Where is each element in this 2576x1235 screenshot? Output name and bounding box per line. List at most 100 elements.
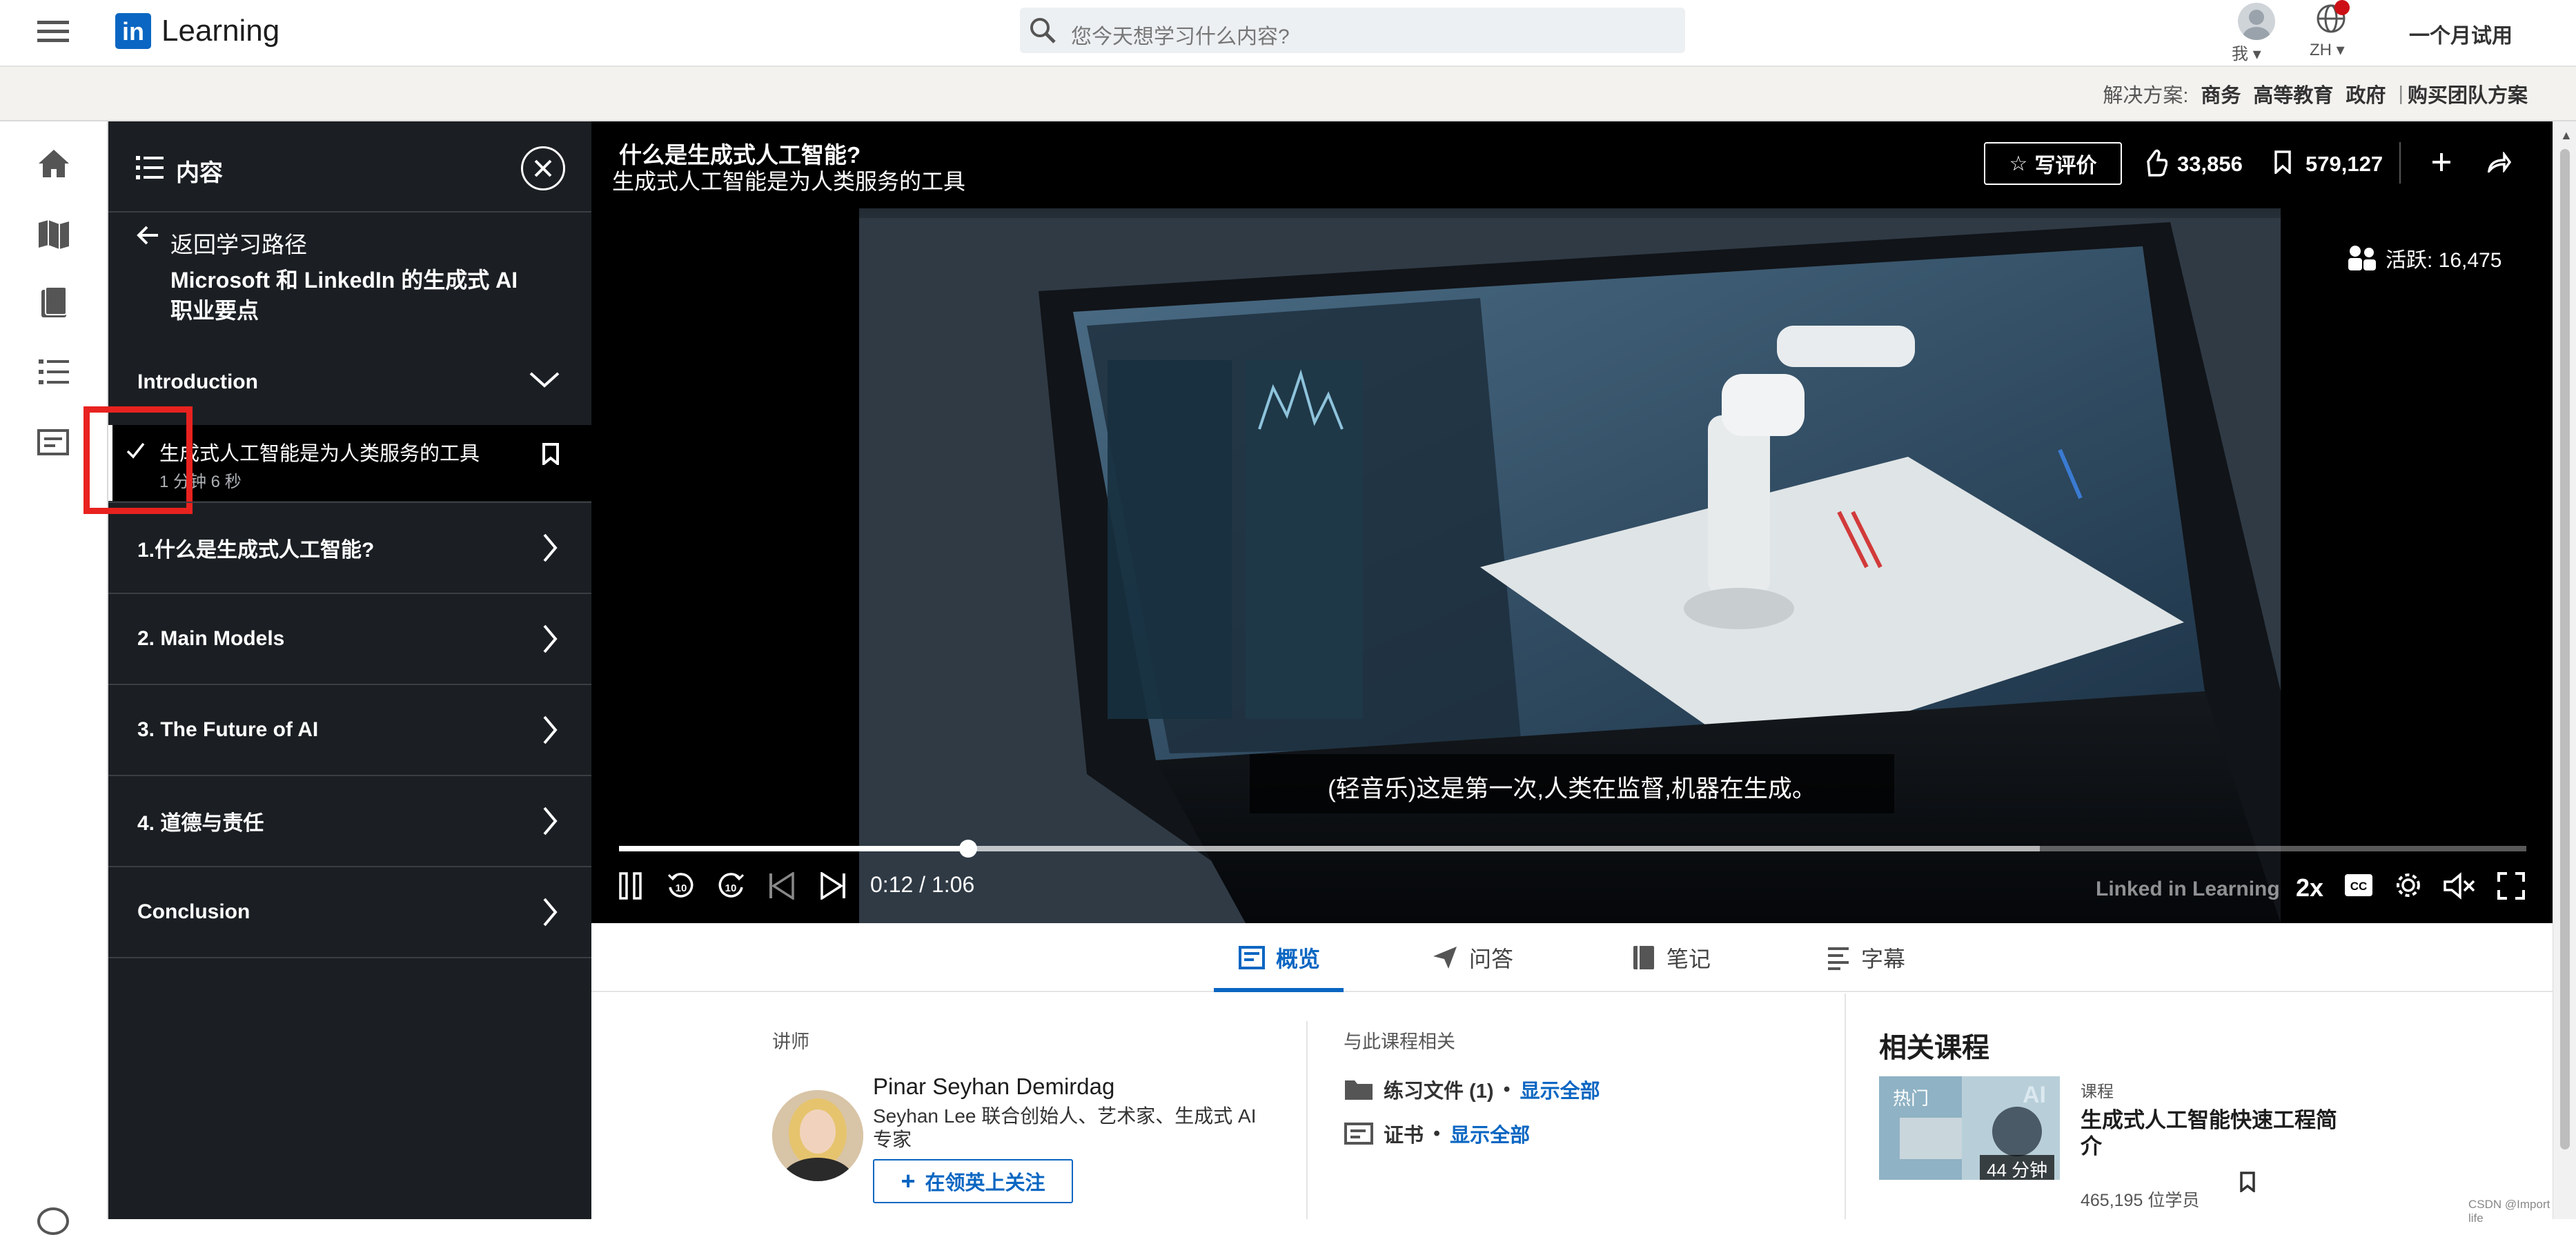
instructor-name[interactable]: Pinar Seyhan Demirdag bbox=[873, 1074, 1114, 1100]
related-course-title-line1[interactable]: 生成式人工智能快速工程简 bbox=[2081, 1103, 2337, 1134]
fullscreen-button[interactable] bbox=[2497, 872, 2525, 900]
divider bbox=[2399, 142, 2401, 184]
progress-bar[interactable] bbox=[619, 840, 2526, 858]
add-icon[interactable] bbox=[2431, 152, 2452, 172]
help-icon[interactable] bbox=[37, 1207, 69, 1235]
overview-icon bbox=[1239, 946, 1265, 969]
chevron-down-icon bbox=[528, 369, 561, 390]
home-icon[interactable] bbox=[37, 148, 70, 179]
svg-text:10: 10 bbox=[676, 882, 687, 894]
tab-qa[interactable]: 问答 bbox=[1432, 923, 1513, 992]
path-title-line1: Microsoft 和 LinkedIn 的生成式 AI bbox=[170, 268, 518, 293]
section-title: Introduction bbox=[137, 370, 258, 393]
mute-button[interactable] bbox=[2444, 872, 2475, 900]
follow-on-linkedin-button[interactable]: + 在领英上关注 bbox=[873, 1159, 1073, 1203]
video-player[interactable]: 什么是生成式人工智能? 生成式人工智能是为人类服务的工具 ☆ 写评价 33,85… bbox=[591, 121, 2553, 923]
bookmark-icon[interactable] bbox=[2274, 150, 2292, 174]
trial-link[interactable]: 一个月试用 bbox=[2409, 19, 2513, 49]
write-review-button[interactable]: ☆ 写评价 bbox=[1984, 142, 2122, 185]
page-scrollbar[interactable]: ▲ bbox=[2553, 121, 2576, 1219]
map-icon[interactable] bbox=[37, 219, 70, 249]
language-menu[interactable]: ZH ▾ bbox=[2310, 40, 2345, 60]
caret-down-icon: ▾ bbox=[2252, 45, 2261, 63]
back-to-path-link[interactable]: 返回学习路径 bbox=[170, 226, 307, 259]
chapter-2[interactable]: 2. Main Models bbox=[108, 594, 591, 684]
star-icon: ☆ bbox=[2009, 152, 2028, 175]
chapter-1[interactable]: 1.什么是生成式人工智能? bbox=[108, 503, 591, 593]
chapter-label: 3. The Future of AI bbox=[137, 718, 319, 741]
section-introduction[interactable]: Introduction bbox=[108, 353, 591, 415]
solution-government[interactable]: 政府 bbox=[2346, 79, 2386, 108]
time-display: 0:12 / 1:06 bbox=[870, 872, 975, 897]
svg-text:10: 10 bbox=[725, 882, 737, 894]
previous-button[interactable] bbox=[768, 872, 796, 900]
close-contents-button[interactable] bbox=[521, 146, 565, 190]
exercise-files-row: 练习文件 (1) • 显示全部 bbox=[1344, 1075, 1600, 1104]
footer-credit: CSDN @Import life bbox=[2468, 1198, 2550, 1225]
chevron-right-icon bbox=[542, 714, 558, 746]
instructor-desc-line1: Seyhan Lee 联合创始人、艺术家、生成式 AI bbox=[873, 1105, 1257, 1127]
related-course-thumbnail[interactable]: 热门 AI 44 分钟 bbox=[1879, 1076, 2060, 1180]
list-icon[interactable] bbox=[39, 357, 69, 386]
active-count: 活跃: 16,475 bbox=[2386, 249, 2502, 272]
caret-down-icon: ▾ bbox=[2336, 41, 2345, 59]
saves-count: 579,127 bbox=[2305, 152, 2383, 176]
skip-previous-icon bbox=[769, 872, 794, 900]
notebook-icon bbox=[1633, 946, 1654, 969]
like-icon[interactable] bbox=[2144, 149, 2167, 177]
current-item-title: 生成式人工智能是为人类服务的工具 bbox=[159, 443, 480, 465]
scroll-up-arrow-icon[interactable]: ▲ bbox=[2560, 128, 2573, 143]
solution-business[interactable]: 商务 bbox=[2201, 79, 2241, 108]
notification-badge bbox=[2334, 0, 2350, 15]
certificate-icon[interactable] bbox=[37, 429, 69, 457]
divider bbox=[1845, 994, 1846, 1219]
search-input[interactable]: 您今天想学习什么内容? bbox=[1071, 19, 1290, 50]
svg-text:CC: CC bbox=[2350, 880, 2368, 893]
send-icon bbox=[1433, 947, 1457, 969]
bullet: • bbox=[1503, 1078, 1511, 1100]
bookmark-icon[interactable] bbox=[542, 443, 560, 465]
buy-team-plan-link[interactable]: 购买团队方案 bbox=[2408, 79, 2528, 108]
transcript-icon bbox=[1828, 947, 1849, 970]
chapter-3[interactable]: 3. The Future of AI bbox=[108, 685, 591, 775]
rewind-10-button[interactable]: 10 bbox=[666, 871, 696, 901]
pause-button[interactable] bbox=[619, 872, 642, 900]
close-icon bbox=[534, 159, 552, 177]
forward-10-button[interactable]: 10 bbox=[716, 871, 746, 901]
captions-button[interactable]: CC bbox=[2344, 873, 2373, 897]
book-icon[interactable] bbox=[39, 287, 69, 319]
settings-button[interactable] bbox=[2394, 871, 2423, 900]
back-arrow-icon[interactable] bbox=[136, 225, 161, 246]
bookmark-icon[interactable] bbox=[2239, 1172, 2256, 1192]
video-frame bbox=[859, 208, 2281, 923]
next-button[interactable] bbox=[819, 872, 847, 900]
linkedin-logo[interactable]: in bbox=[115, 13, 151, 49]
certificate-show-all-link[interactable]: 显示全部 bbox=[1450, 1119, 1530, 1148]
me-menu[interactable]: 我 ▾ bbox=[2232, 40, 2261, 64]
playback-speed-button[interactable]: 2x bbox=[2296, 873, 2323, 902]
search-box[interactable]: 您今天想学习什么内容? bbox=[1020, 8, 1685, 53]
instructor-avatar[interactable] bbox=[772, 1090, 863, 1181]
related-course-title-line2[interactable]: 介 bbox=[2081, 1129, 2102, 1160]
solutions-prefix: 解决方案: bbox=[2103, 85, 2189, 107]
scrollbar-thumb[interactable] bbox=[2560, 149, 2570, 1149]
avatar[interactable] bbox=[2238, 3, 2275, 40]
share-icon[interactable] bbox=[2488, 152, 2511, 172]
exercise-show-all-link[interactable]: 显示全部 bbox=[1520, 1075, 1600, 1104]
hamburger-menu-icon[interactable] bbox=[37, 19, 69, 43]
caption-text: (轻音乐)这是第一次,人类在监督,机器在生成。 bbox=[1328, 775, 1816, 802]
bullet: • bbox=[1433, 1122, 1441, 1145]
language-label: ZH bbox=[2310, 41, 2332, 59]
chapter-4[interactable]: 4. 道德与责任 bbox=[108, 776, 591, 866]
chevron-right-icon bbox=[542, 805, 558, 837]
solution-higher-ed[interactable]: 高等教育 bbox=[2253, 79, 2333, 108]
chapter-label: 1.什么是生成式人工智能? bbox=[137, 539, 375, 562]
scrubber-handle[interactable] bbox=[958, 840, 977, 858]
tab-label: 概览 bbox=[1276, 947, 1321, 971]
chapter-conclusion[interactable]: Conclusion bbox=[108, 867, 591, 957]
tab-transcript[interactable]: 字幕 bbox=[1827, 923, 1905, 992]
exercise-files-label: 练习文件 (1) bbox=[1384, 1080, 1494, 1103]
tab-notes[interactable]: 笔记 bbox=[1632, 923, 1711, 992]
tab-overview[interactable]: 概览 bbox=[1239, 923, 1320, 992]
path-title-line2: 职业要点 bbox=[170, 298, 259, 323]
